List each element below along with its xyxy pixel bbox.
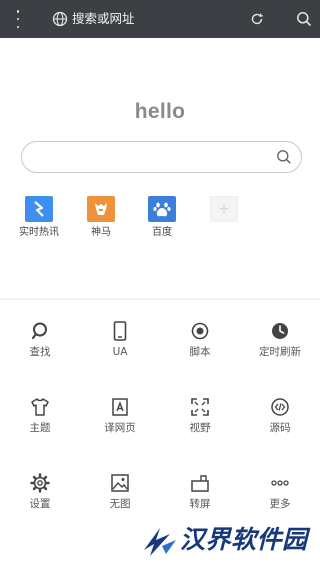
- menu-label: 更多: [269, 498, 291, 510]
- shortcut-label: 百度: [152, 227, 172, 238]
- phone-icon: [113, 321, 127, 341]
- shortcut-add[interactable]: +: [194, 196, 254, 244]
- clock-icon: [272, 323, 288, 339]
- menu-timed-refresh[interactable]: 定时刷新: [240, 320, 320, 364]
- gear-icon: [30, 473, 50, 493]
- rotate-screen-icon: [191, 475, 209, 492]
- no-image-icon: [111, 474, 129, 492]
- watermark: 汉界软件园: [140, 520, 320, 568]
- shortcut-label: 实时热讯: [19, 227, 59, 238]
- menu-source-code[interactable]: 源码: [240, 396, 320, 440]
- menu-label: 设置: [29, 498, 51, 510]
- menu-script[interactable]: 脚本: [160, 320, 240, 364]
- shortcut-realtime-news[interactable]: 实时热讯: [9, 196, 69, 244]
- section-divider: [0, 298, 320, 300]
- menu-label: UA: [112, 346, 128, 358]
- home-greeting: hello: [134, 100, 186, 123]
- search-icon: [31, 322, 47, 340]
- more-dots-icon: [271, 480, 289, 486]
- address-bar[interactable]: 搜索或网址: [72, 10, 135, 28]
- shortcut-label: 神马: [91, 227, 111, 238]
- menu-view[interactable]: 视野: [160, 396, 240, 440]
- fullscreen-icon: [191, 398, 209, 416]
- menu-label: 查找: [29, 346, 51, 358]
- menu-rotate-screen[interactable]: 转屏: [160, 472, 240, 516]
- shenma-horse-icon: [87, 196, 115, 222]
- shortcut-shenma[interactable]: 神马: [71, 196, 131, 244]
- tshirt-icon: [31, 398, 49, 416]
- brand-logo-icon: [144, 528, 176, 556]
- menu-no-image[interactable]: 无图: [80, 472, 160, 516]
- add-shortcut-icon[interactable]: +: [210, 196, 238, 222]
- baidu-paw-icon: [148, 196, 176, 222]
- menu-theme[interactable]: 主题: [0, 396, 80, 440]
- menu-label: 主题: [29, 422, 51, 434]
- top-bar: 搜索或网址: [0, 0, 320, 38]
- menu-label: 转屏: [189, 498, 211, 510]
- menu-label: 源码: [269, 422, 291, 434]
- menu-label: 视野: [189, 422, 211, 434]
- menu-more[interactable]: 更多: [240, 472, 320, 516]
- menu-label: 脚本: [189, 346, 211, 358]
- menu-label: 无图: [109, 498, 131, 510]
- chevron-arrow-icon: [25, 196, 53, 222]
- source-code-icon: [271, 398, 289, 416]
- menu-label: 译网页: [104, 422, 136, 434]
- overflow-menu-icon[interactable]: [11, 10, 25, 28]
- translate-icon: [112, 398, 128, 416]
- script-icon: [191, 322, 209, 340]
- menu-ua[interactable]: UA: [80, 320, 160, 364]
- search-icon[interactable]: [296, 11, 312, 27]
- search-icon[interactable]: [276, 149, 292, 165]
- shortcut-baidu[interactable]: 百度: [132, 196, 192, 244]
- menu-label: 定时刷新: [259, 346, 301, 358]
- watermark-text: 汉界软件园: [180, 525, 308, 554]
- refresh-icon[interactable]: [250, 12, 264, 26]
- menu-find[interactable]: 查找: [0, 320, 80, 364]
- menu-settings[interactable]: 设置: [0, 472, 80, 516]
- globe-icon: [52, 11, 68, 27]
- menu-translate-page[interactable]: 译网页: [80, 396, 160, 440]
- home-search-input[interactable]: [21, 141, 302, 173]
